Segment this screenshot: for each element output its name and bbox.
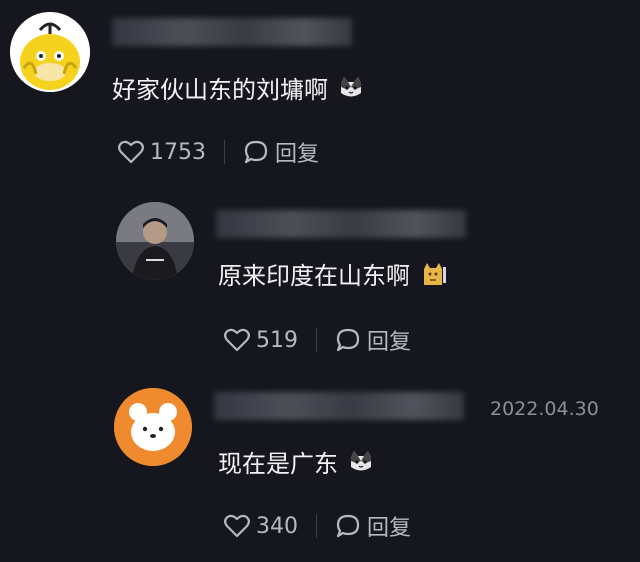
person-avatar-icon xyxy=(116,202,194,280)
avatar[interactable] xyxy=(116,202,194,280)
comment-actions: 340 回复 xyxy=(224,510,411,542)
divider xyxy=(316,514,317,538)
comment-text: 原来印度在山东啊 xyxy=(218,256,446,291)
timestamp: 2022.04.30 xyxy=(490,398,599,420)
comment-actions: 1753 回复 xyxy=(118,136,319,168)
reply-label: 回复 xyxy=(275,142,320,167)
avatar[interactable] xyxy=(10,12,90,92)
like-count: 519 xyxy=(256,327,298,353)
comment-text: 好家伙山东的刘墉啊 xyxy=(112,70,364,105)
comment-text-label: 现在是广东 xyxy=(218,450,338,478)
heart-icon xyxy=(224,514,250,538)
speech-bubble-icon xyxy=(335,513,361,539)
like-button[interactable]: 519 xyxy=(224,328,298,353)
reply-label: 回复 xyxy=(367,330,412,355)
comment-item: 好家伙山东的刘墉啊 1753 回复 xyxy=(0,0,640,180)
username-redacted[interactable] xyxy=(216,210,466,238)
speech-bubble-icon xyxy=(335,327,361,353)
like-count: 1753 xyxy=(150,139,206,165)
username-redacted[interactable] xyxy=(214,392,464,420)
reply-button[interactable]: 回复 xyxy=(335,324,411,356)
reply-item: 2022.04.30 现在是广东 340 回复 xyxy=(0,380,640,562)
heart-icon xyxy=(224,328,250,352)
divider xyxy=(224,140,225,164)
heart-icon xyxy=(118,140,144,164)
like-button[interactable]: 340 xyxy=(224,514,298,539)
cat-emoji-icon xyxy=(348,449,374,475)
comment-actions: 519 回复 xyxy=(224,324,411,356)
bear-avatar-icon xyxy=(114,388,192,466)
username-redacted[interactable] xyxy=(112,18,352,46)
reply-button[interactable]: 回复 xyxy=(335,510,411,542)
duck-avatar-icon xyxy=(10,12,90,92)
sweat-doge-emoji-icon xyxy=(420,261,446,287)
reply-label: 回复 xyxy=(367,516,412,541)
cat-emoji-icon xyxy=(338,75,364,101)
reply-button[interactable]: 回复 xyxy=(243,136,319,168)
like-button[interactable]: 1753 xyxy=(118,140,206,165)
comment-text: 现在是广东 xyxy=(218,444,374,479)
speech-bubble-icon xyxy=(243,139,269,165)
reply-item: 原来印度在山东啊 519 回复 xyxy=(0,190,640,370)
comment-text-label: 好家伙山东的刘墉啊 xyxy=(112,76,328,104)
divider xyxy=(316,328,317,352)
like-count: 340 xyxy=(256,513,298,539)
avatar[interactable] xyxy=(114,388,192,466)
comment-text-label: 原来印度在山东啊 xyxy=(218,262,410,290)
